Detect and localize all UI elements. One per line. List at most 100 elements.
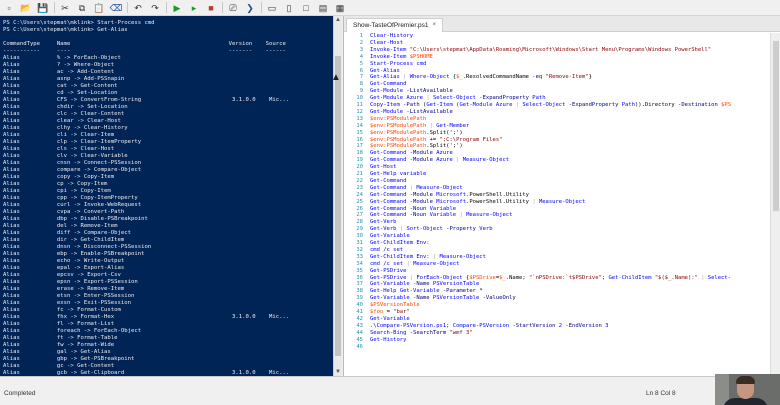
script-scroll-thumb[interactable] (773, 41, 779, 211)
code-line[interactable]: Get-Help variable (370, 171, 426, 178)
code-line[interactable]: Get-Command -Module Azure (370, 150, 453, 157)
console-output-line: Alias dnsn -> Disconnect-PSSession (3, 244, 152, 250)
code-line[interactable]: $env:PSModulePath | Get-Member (370, 123, 469, 130)
code-line[interactable]: Invoke-Item "C:\Users\stepmat\AppData\Ro… (370, 47, 711, 54)
code-line[interactable]: cmd /c set (370, 247, 403, 254)
console-output-line: Alias etsn -> Enter-PSSession (3, 293, 135, 299)
code-line[interactable]: Get-Verb | Sort-Object -Property Verb (370, 226, 493, 233)
toolbar-separator (127, 2, 128, 13)
line-number: 25 (356, 198, 363, 205)
code-line[interactable]: Clear-History (370, 33, 413, 40)
code-line[interactable]: Get-Command | Measure-Object (370, 185, 463, 192)
code-line[interactable]: Get-ChildItem Env: (370, 240, 430, 247)
console-output-line: Alias ebp -> Enable-PSBreakpoint (3, 251, 145, 257)
code-line[interactable]: cmd /c set | Measure-Object (370, 261, 459, 268)
code-line[interactable]: Get-Command -Module Microsoft.PowerShell… (370, 199, 585, 206)
line-number: 43 (356, 322, 363, 329)
code-line[interactable]: Get-Command -Noun Variable (370, 206, 456, 213)
code-line[interactable]: $env:PSModulePath.Split(';') (370, 130, 463, 137)
code-line[interactable]: Get-History (370, 337, 406, 344)
paste-icon[interactable]: 📋 (92, 2, 106, 14)
line-number: 46 (356, 343, 363, 350)
script-pane[interactable]: Show-TasteOfPremier.ps1 × 1 2 3 4 5 6 7 8 9 10 11 1… (343, 16, 780, 376)
stop-icon[interactable]: ■ (204, 2, 218, 14)
line-number: 35 (356, 267, 363, 274)
code-line[interactable]: Start-Process cmd (370, 61, 426, 68)
mouse-cursor-icon: ▲ (331, 72, 341, 83)
show-command-addon-icon[interactable]: ▦ (333, 2, 347, 14)
powershell-icon[interactable]: ❯ (243, 2, 257, 14)
console-output-line: Alias cd -> Set-Location (3, 90, 118, 96)
tab-show-tasteofpremier[interactable]: Show-TasteOfPremier.ps1 × (346, 18, 444, 32)
code-line[interactable]: Get-Alias | Where-Object {$_.ResolvedCom… (370, 74, 592, 81)
code-line[interactable]: Get-PSDrive | ForEach-Object {$PSDrive=$… (370, 275, 731, 282)
code-line[interactable]: Get-Help Get-Variable -Parameter * (370, 288, 483, 295)
code-line[interactable]: Get-Alias (370, 68, 400, 75)
code-line[interactable]: Get-ChildItem Env: | Measure-Object (370, 254, 486, 261)
clear-console-icon[interactable]: ⌫ (109, 2, 123, 14)
code-line[interactable]: Get-Verb (370, 219, 397, 226)
code-line[interactable]: Get-Command -Noun Variable | Measure-Obj… (370, 212, 512, 219)
console-output-line: Alias cat -> Get-Content (3, 83, 118, 89)
console-output-line: Alias CFS -> ConvertFrom-String 3.1.0.0 … (3, 97, 290, 103)
code-line[interactable]: Get-Variable (370, 316, 410, 323)
code-line[interactable]: Get-Variable (370, 233, 410, 240)
console-output-line: Alias chdir -> Set-Location (3, 104, 128, 110)
line-number: 3 (359, 46, 363, 53)
code-line[interactable]: Get-Module Azure | Select-Object -Expand… (370, 95, 546, 102)
console-output-line: Alias dbp -> Disable-PSBreakpoint (3, 216, 148, 222)
run-selection-icon[interactable]: ▸ (187, 2, 201, 14)
console-output-line: Alias epcsv -> Export-Csv (3, 272, 121, 278)
code-line[interactable]: $env:PSModulePath += ";C:\Program Files" (370, 137, 502, 144)
show-script-pane-top-icon[interactable]: ▭ (265, 2, 279, 14)
code-line[interactable]: Copy-Item -Path (Get-Item (Get-Module Az… (370, 102, 731, 109)
open-icon[interactable]: 📂 (19, 2, 33, 14)
new-icon[interactable]: ▫ (2, 2, 16, 14)
code-line[interactable]: Get-Variable -Name PSVersionTable (370, 281, 479, 288)
copy-icon[interactable]: ⧉ (75, 2, 89, 14)
cut-icon[interactable]: ✂ (58, 2, 72, 14)
line-number: 27 (356, 212, 363, 219)
console-output-line: Alias copy -> Copy-Item (3, 174, 115, 180)
code-line[interactable]: Get-Variable -Name PSVersionTable -Value… (370, 295, 516, 302)
code-line[interactable]: Invoke-Item $PSHOME (370, 54, 433, 61)
undo-icon[interactable]: ↶ (131, 2, 145, 14)
close-tab-icon[interactable]: × (433, 19, 437, 32)
console-output-line: Alias fw -> Format-Wide (3, 342, 115, 348)
code-line[interactable]: Get-Host (370, 164, 397, 171)
console-output-line: ----------- ---- ------- ------ (3, 48, 286, 54)
scroll-up-icon[interactable]: ▲ (334, 16, 342, 24)
code-line[interactable]: Get-Command (370, 81, 406, 88)
code-line[interactable]: Get-Command -Module Azure | Measure-Obje… (370, 157, 509, 164)
show-command-window-icon[interactable]: ▤ (316, 2, 330, 14)
code-line[interactable]: Get-Module -ListAvailable (370, 88, 453, 95)
code-line[interactable]: $PSVersionTable (370, 302, 420, 309)
line-number: 22 (356, 177, 363, 184)
code-line[interactable]: Get-Command (370, 178, 406, 185)
line-number: 38 (356, 288, 363, 295)
code-line[interactable]: Get-PSDrive (370, 268, 406, 275)
tab-title: Show-TasteOfPremier.ps1 (353, 22, 429, 29)
run-icon[interactable]: ▶ (170, 2, 184, 14)
code-line[interactable]: Clear-Host (370, 40, 403, 47)
console-scroll-thumb[interactable] (335, 56, 341, 356)
code-line[interactable]: Get-Command -Module Microsoft.PowerShell… (370, 192, 529, 199)
line-number: 28 (356, 219, 363, 226)
console-output-line: Alias cp -> Copy-Item (3, 181, 108, 187)
show-script-pane-max-icon[interactable]: □ (299, 2, 313, 14)
console-pane[interactable]: PS C:\Users\stepmat\mklink> Start-Proces… (0, 16, 333, 376)
save-icon[interactable]: 💾 (36, 2, 50, 14)
console-scrollbar[interactable]: ▲ ▼ (333, 16, 342, 376)
redo-icon[interactable]: ↷ (148, 2, 162, 14)
script-scrollbar[interactable] (770, 33, 780, 376)
code-line[interactable]: .\Compare-PSVersion.ps1; Compare-PSVersi… (370, 323, 608, 330)
code-line[interactable]: Search-Bing -SearchTerm "wmf 3" (370, 330, 473, 337)
code-line[interactable]: $env:PSModulePath.Split(';') (370, 143, 463, 150)
remote-tab-icon[interactable]: ⎚ (226, 2, 240, 14)
code-line[interactable]: $foo = "bar" (370, 309, 410, 316)
code-line[interactable]: Get-Module -ListAvailable (370, 109, 453, 116)
show-script-pane-right-icon[interactable]: ▯ (282, 2, 296, 14)
code-line[interactable]: $env:PSModulePath (370, 116, 426, 123)
scroll-down-icon[interactable]: ▼ (334, 368, 342, 376)
line-number: 37 (356, 281, 363, 288)
